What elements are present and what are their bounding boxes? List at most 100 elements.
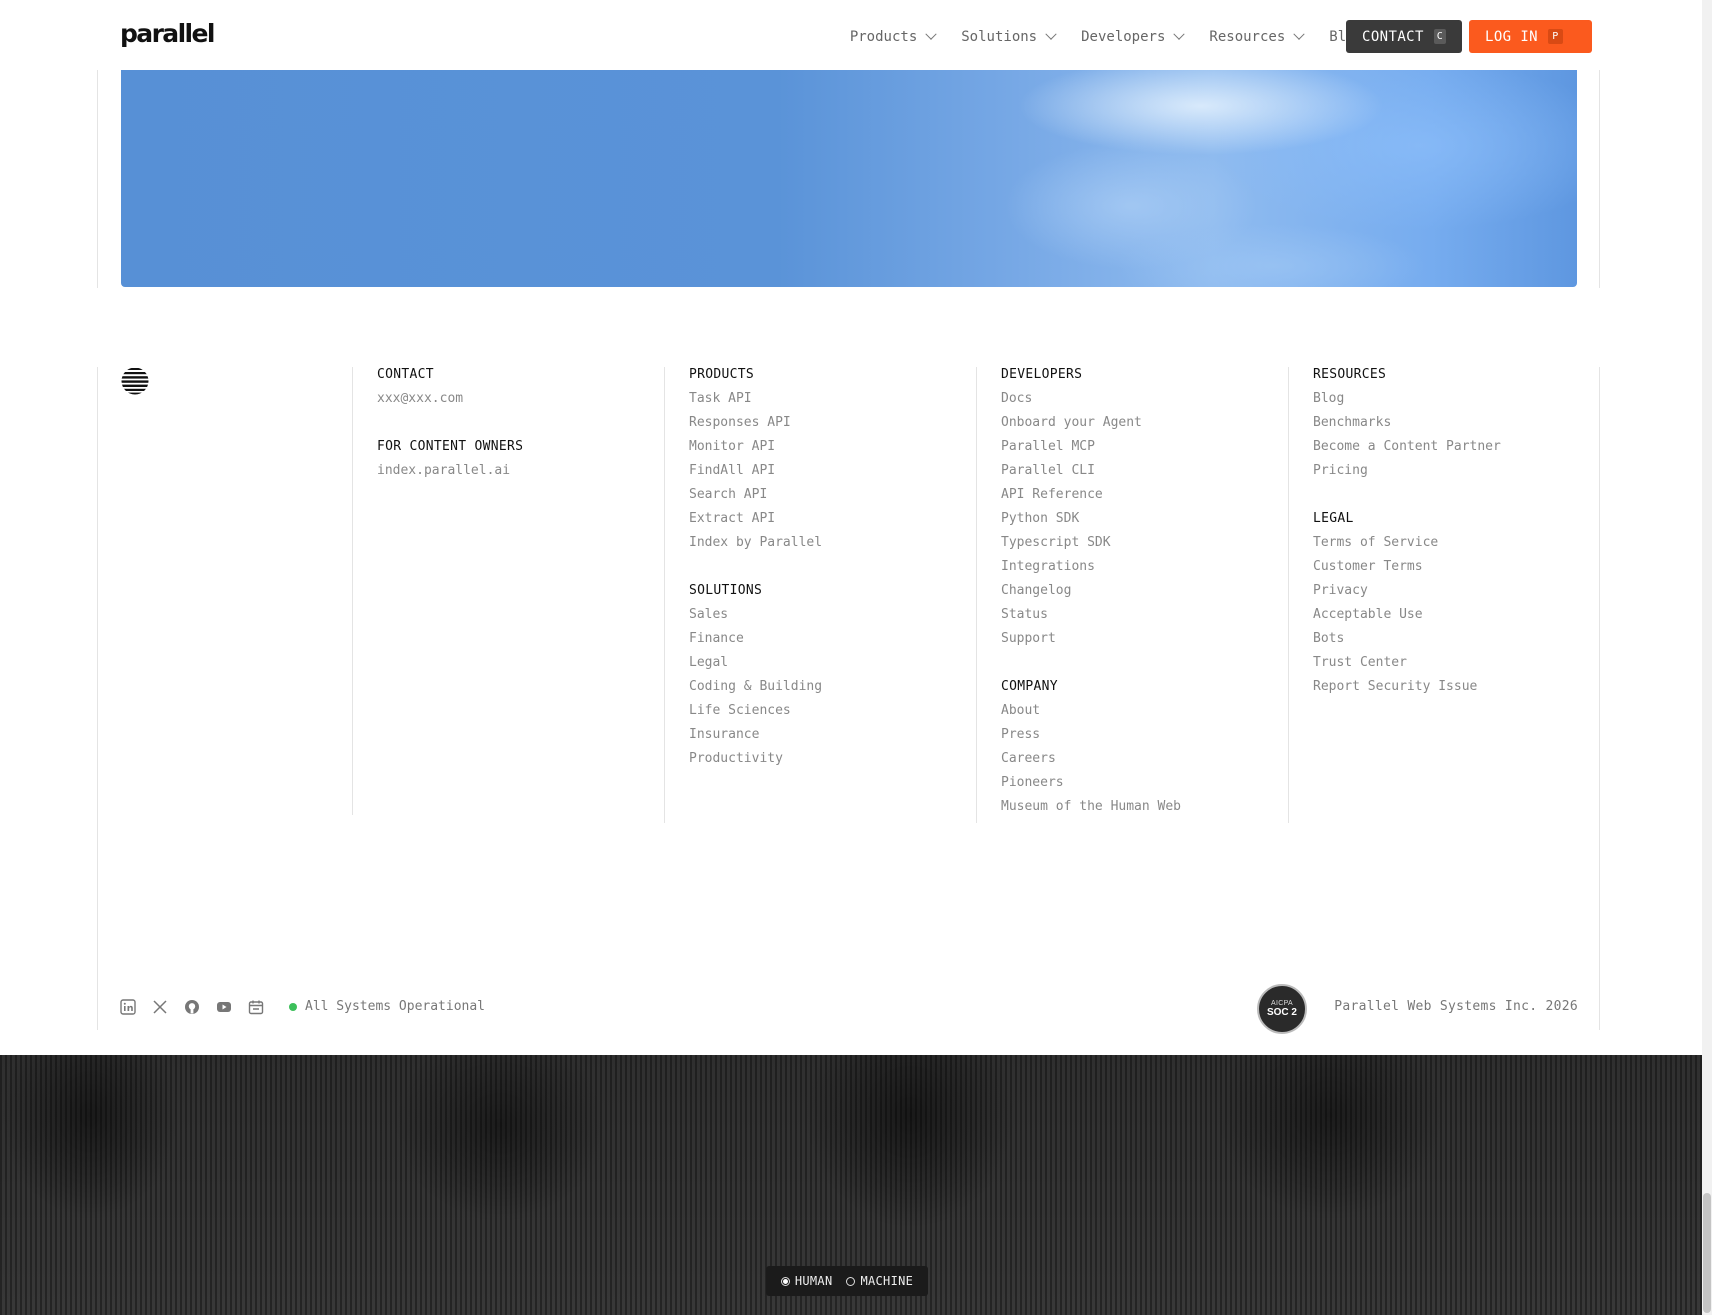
footer-group-solutions: SOLUTIONS Sales Finance Legal Coding & Build… xyxy=(689,583,822,767)
column-divider xyxy=(664,367,665,823)
footer-link-list: About Press Careers Pioneers Museum of the H… xyxy=(1001,703,1181,815)
footer-link-productivity[interactable]: Productivity xyxy=(689,751,822,767)
footer-link-about[interactable]: About xyxy=(1001,703,1181,719)
footer-link-onboard-your-agent[interactable]: Onboard your Agent xyxy=(1001,415,1181,431)
system-status[interactable]: All Systems Operational xyxy=(289,999,485,1014)
footer-heading: SOLUTIONS xyxy=(689,583,763,598)
footer-column-resources: RESOURCES Blog Benchmarks Become a Content … xyxy=(1313,367,1501,727)
footer-link-extract-api[interactable]: Extract API xyxy=(689,511,822,527)
contact-button[interactable]: CONTACT C xyxy=(1346,20,1462,53)
x-icon[interactable] xyxy=(152,999,168,1015)
column-divider xyxy=(976,367,977,823)
footer-link-list: Docs Onboard your Agent Parallel MCP Parall… xyxy=(1001,391,1181,647)
soc2-badge-label: SOC 2 xyxy=(1266,1007,1297,1018)
footer-link-changelog[interactable]: Changelog xyxy=(1001,583,1181,599)
social-links xyxy=(120,999,264,1015)
parallel-mark-icon xyxy=(121,368,149,395)
nav-resources[interactable]: Resources xyxy=(1209,28,1305,45)
footer-heading: PRODUCTS xyxy=(689,367,755,382)
footer-link-legal[interactable]: Legal xyxy=(689,655,822,671)
nav-label: Solutions xyxy=(961,29,1038,45)
footer-bottom-bar: All Systems Operational AICPA SOC 2 Para… xyxy=(120,984,1578,1034)
footer-link-support[interactable]: Support xyxy=(1001,631,1181,647)
footer-link-blog[interactable]: Blog xyxy=(1313,391,1501,407)
nav-label: Developers xyxy=(1081,29,1166,45)
footer-link-report-security-issue[interactable]: Report Security Issue xyxy=(1313,679,1501,695)
scrollbar-thumb[interactable] xyxy=(1703,1193,1711,1313)
hero-sky-image xyxy=(121,66,1577,287)
column-divider xyxy=(1288,367,1289,823)
footer-link-press[interactable]: Press xyxy=(1001,727,1181,743)
footer-link-xxx-xxx-com[interactable]: xxx@xxx.com xyxy=(377,391,523,407)
mode-option-machine[interactable]: MACHINE xyxy=(846,1274,913,1288)
frame-line xyxy=(97,70,98,288)
footer-link-life-sciences[interactable]: Life Sciences xyxy=(689,703,822,719)
youtube-icon[interactable] xyxy=(216,999,232,1015)
footer-link-parallel-cli[interactable]: Parallel CLI xyxy=(1001,463,1181,479)
footer-link-museum-of-the-human-web[interactable]: Museum of the Human Web xyxy=(1001,799,1181,815)
frame-line xyxy=(1599,367,1600,1030)
login-shortcut-key: P xyxy=(1547,29,1563,44)
mode-option-human[interactable]: HUMAN xyxy=(780,1274,833,1288)
footer-link-acceptable-use[interactable]: Acceptable Use xyxy=(1313,607,1501,623)
footer-link-finance[interactable]: Finance xyxy=(689,631,822,647)
footer-link-trust-center[interactable]: Trust Center xyxy=(1313,655,1501,671)
footer-link-coding-building[interactable]: Coding & Building xyxy=(689,679,822,695)
footer-link-list: index.parallel.ai xyxy=(377,463,523,479)
footer-column-contact: CONTACT xxx@xxx.com FOR CONTENT OWNERS inde… xyxy=(377,367,523,511)
footer-link-pricing[interactable]: Pricing xyxy=(1313,463,1501,479)
login-button[interactable]: LOG IN P xyxy=(1469,20,1592,53)
footer-link-careers[interactable]: Careers xyxy=(1001,751,1181,767)
status-dot-icon xyxy=(289,1002,297,1011)
footer-link-become-a-content-partner[interactable]: Become a Content Partner xyxy=(1313,439,1501,455)
footer-link-privacy[interactable]: Privacy xyxy=(1313,583,1501,599)
footer-link-status[interactable]: Status xyxy=(1001,607,1181,623)
chevron-down-icon xyxy=(1173,28,1186,40)
footer-link-task-api[interactable]: Task API xyxy=(689,391,822,407)
footer-heading: COMPANY xyxy=(1001,679,1058,694)
footer-heading: DEVELOPERS xyxy=(1001,367,1083,382)
calendar-icon[interactable] xyxy=(248,999,264,1015)
nav-developers[interactable]: Developers xyxy=(1081,28,1186,45)
github-icon[interactable] xyxy=(184,999,200,1015)
footer-link-list: Terms of Service Customer Terms Privacy Acc… xyxy=(1313,535,1501,695)
footer-link-customer-terms[interactable]: Customer Terms xyxy=(1313,559,1501,575)
footer-link-list: Sales Finance Legal Coding & Building Life S… xyxy=(689,607,822,767)
column-divider xyxy=(352,367,353,815)
nav-solutions[interactable]: Solutions xyxy=(961,28,1057,45)
footer-group-developers: DEVELOPERS Docs Onboard your Agent Parallel… xyxy=(1001,367,1181,647)
footer-link-benchmarks[interactable]: Benchmarks xyxy=(1313,415,1501,431)
chevron-down-icon xyxy=(1045,28,1057,40)
footer-link-sales[interactable]: Sales xyxy=(689,607,822,623)
footer-link-responses-api[interactable]: Responses API xyxy=(689,415,822,431)
chevron-down-icon xyxy=(1293,28,1305,40)
footer-link-findall-api[interactable]: FindAll API xyxy=(689,463,822,479)
footer-link-insurance[interactable]: Insurance xyxy=(689,727,822,743)
footer-link-parallel-mcp[interactable]: Parallel MCP xyxy=(1001,439,1181,455)
footer-link-docs[interactable]: Docs xyxy=(1001,391,1181,407)
footer-link-pioneers[interactable]: Pioneers xyxy=(1001,775,1181,791)
footer-link-search-api[interactable]: Search API xyxy=(689,487,822,503)
contact-button-label: CONTACT xyxy=(1362,28,1424,45)
footer-link-terms-of-service[interactable]: Terms of Service xyxy=(1313,535,1501,551)
footer-link-index-parallel-ai[interactable]: index.parallel.ai xyxy=(377,463,523,479)
footer-link-python-sdk[interactable]: Python SDK xyxy=(1001,511,1181,527)
footer-link-typescript-sdk[interactable]: Typescript SDK xyxy=(1001,535,1181,551)
footer-group-products: PRODUCTS Task API Responses API Monitor API… xyxy=(689,367,822,551)
soc2-badge[interactable]: AICPA SOC 2 xyxy=(1257,984,1307,1034)
footer-link-api-reference[interactable]: API Reference xyxy=(1001,487,1181,503)
mode-option-label: MACHINE xyxy=(860,1274,914,1288)
footer-link-integrations[interactable]: Integrations xyxy=(1001,559,1181,575)
nav-products[interactable]: Products xyxy=(849,28,937,45)
status-text: All Systems Operational xyxy=(305,999,486,1014)
scrollbar[interactable] xyxy=(1702,0,1712,1315)
footer-link-monitor-api[interactable]: Monitor API xyxy=(689,439,822,455)
radio-unselected-icon xyxy=(846,1276,856,1286)
page: parallel Products Solutions Developers Reso… xyxy=(0,0,1702,1315)
footer-link-bots[interactable]: Bots xyxy=(1313,631,1501,647)
footer-link-list: Task API Responses API Monitor API FindAll … xyxy=(689,391,822,551)
linkedin-icon[interactable] xyxy=(120,999,136,1015)
nav-label: Products xyxy=(849,29,918,45)
parallel-logo[interactable]: parallel xyxy=(120,19,215,48)
footer-link-index-by-parallel[interactable]: Index by Parallel xyxy=(689,535,822,551)
